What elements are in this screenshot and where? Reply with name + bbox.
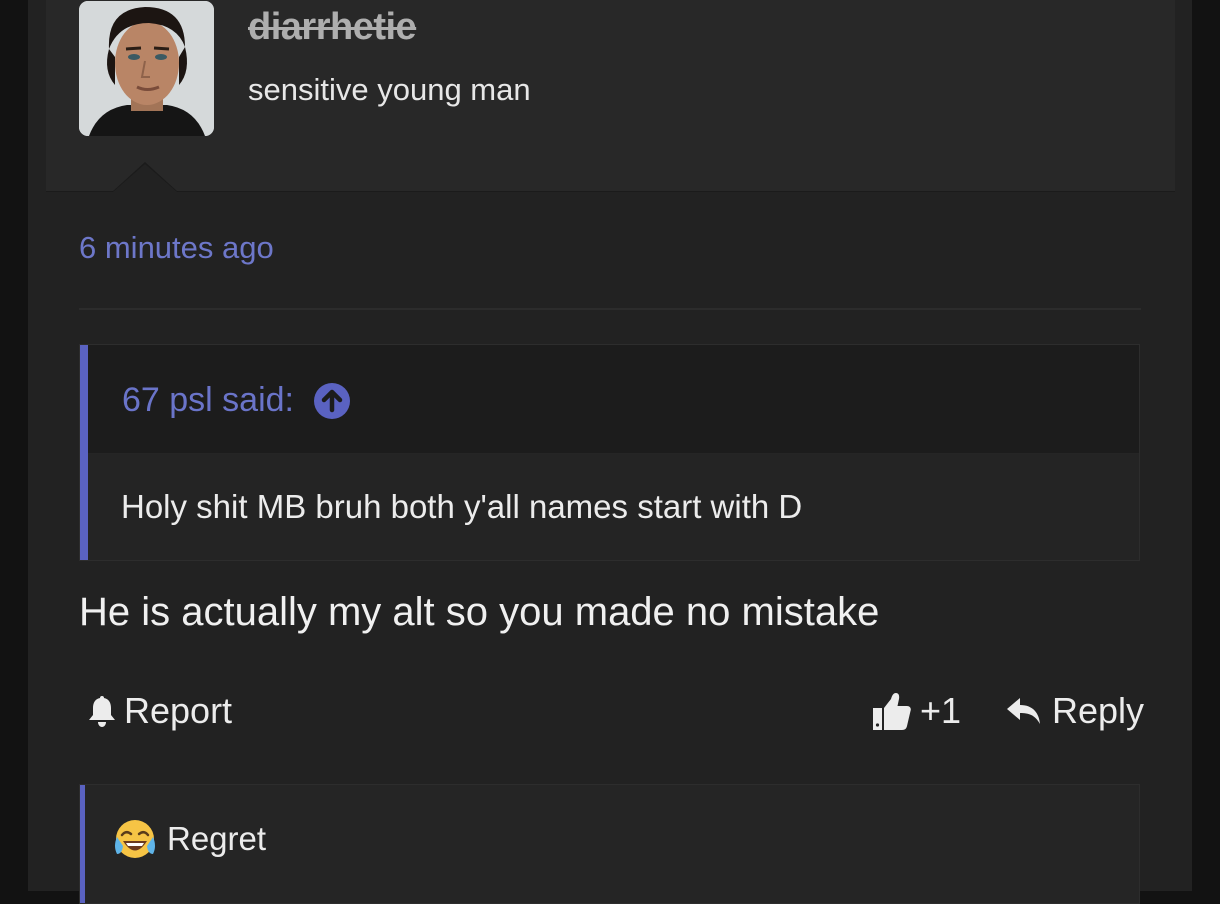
reply-label: Reply [1052, 690, 1145, 731]
quote-author: 67 psl said: [122, 381, 294, 419]
bell-icon [89, 696, 115, 727]
quote-accent-bar [80, 345, 88, 560]
quote-header: 67 psl said: [88, 345, 1139, 454]
crying-laughing-emoji-icon [115, 820, 155, 858]
quote-author-link[interactable]: 67 psl said: [122, 381, 350, 420]
avatar[interactable] [79, 1, 214, 136]
reaction-label: Regret [167, 820, 267, 857]
reaction-item[interactable]: Regret [113, 818, 266, 860]
like-count: +1 [920, 690, 962, 731]
quote-body: Holy shit MB bruh both y'all names start… [88, 454, 1139, 560]
username[interactable]: diarrhetie [248, 6, 417, 49]
post-timestamp[interactable]: 6 minutes ago [79, 230, 274, 266]
avatar-image [79, 1, 214, 136]
reply-icon [1007, 698, 1040, 724]
reaction-accent-bar [80, 785, 85, 903]
user-title: sensitive young man [248, 72, 531, 107]
user-info-block [46, 0, 1175, 192]
report-button[interactable]: Report [86, 690, 232, 732]
post-body: He is actually my alt so you made no mis… [79, 590, 880, 634]
report-label: Report [124, 690, 233, 731]
quote-block: 67 psl said: Holy shit MB bruh both y'al… [79, 344, 1140, 561]
reply-button[interactable]: Reply [1006, 690, 1144, 732]
like-button[interactable]: +1 [872, 690, 961, 732]
reaction-block: Regret [79, 784, 1140, 904]
user-block-pointer [113, 164, 177, 192]
arrow-up-circle-icon[interactable] [314, 382, 350, 419]
quote-text: Holy shit MB bruh both y'all names start… [121, 488, 803, 525]
thumbs-up-icon [873, 693, 911, 730]
divider [79, 308, 1141, 310]
